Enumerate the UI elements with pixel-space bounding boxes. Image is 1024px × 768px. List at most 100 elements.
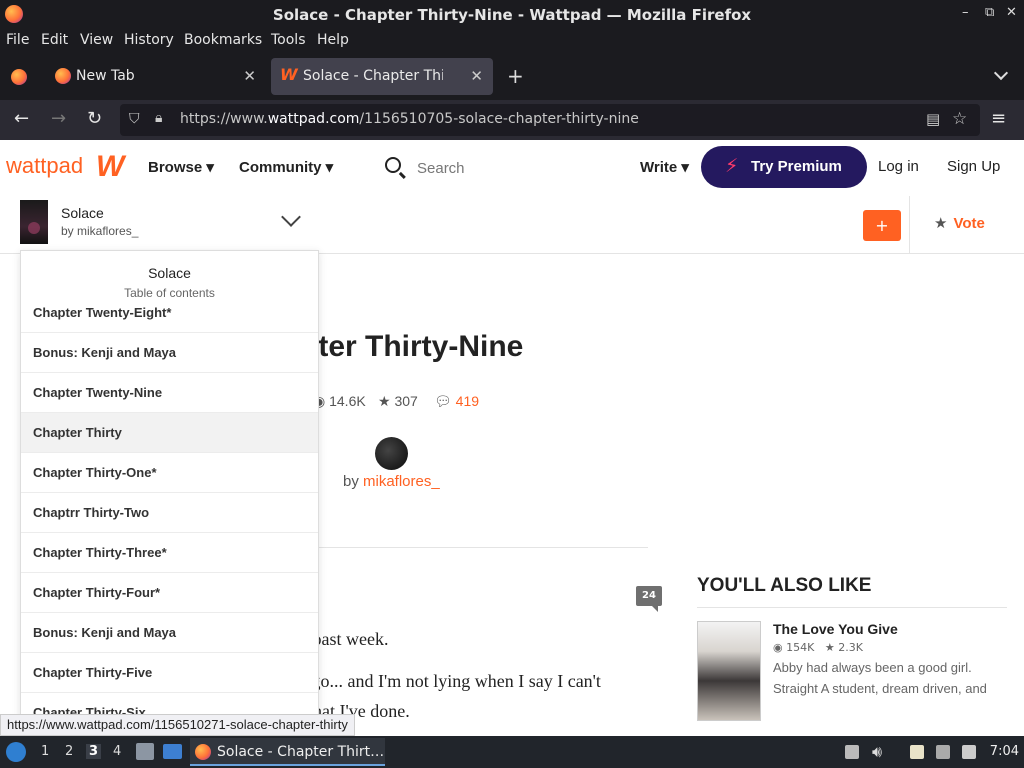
new-tab-button[interactable]: + — [507, 64, 524, 88]
url-bar[interactable]: ⛉ 🔒︎ https://www.wattpad.com/1156510705-… — [120, 104, 980, 136]
community-menu[interactable]: Community ▾ — [239, 158, 333, 176]
taskbar-window-firefox[interactable]: Solace - Chapter Thirt… — [190, 738, 385, 766]
firefox-icon — [195, 744, 211, 760]
star-icon: ★ — [934, 214, 948, 232]
toc-subtitle: Table of contents — [124, 286, 215, 300]
close-window-button[interactable]: ✕ — [1006, 5, 1017, 20]
workspace-4[interactable]: 4 — [113, 744, 121, 759]
toc-item[interactable]: Chapter Thirty-Four* — [21, 573, 318, 613]
reader-view-icon[interactable]: ▤ — [926, 110, 940, 128]
toc-item[interactable]: Bonus: Kenji and Maya — [21, 333, 318, 373]
list-all-tabs-icon[interactable] — [993, 65, 1009, 81]
menu-bookmarks[interactable]: Bookmarks — [184, 32, 262, 48]
write-menu[interactable]: Write ▾ — [640, 158, 689, 176]
toc-item[interactable]: Chapter Thirty-One* — [21, 453, 318, 493]
toc-item[interactable]: Chapter Thirty-Five — [21, 653, 318, 693]
chapter-text-line: s go... and I'm not lying when I say I c… — [300, 671, 601, 691]
start-menu-icon[interactable] — [6, 742, 26, 762]
tab-label: Solace - Chapter Thirty-N — [303, 68, 443, 84]
recommendation-description: Abby had always been a good girl. — [773, 660, 972, 675]
volume-icon[interactable]: 🔊︎ — [872, 742, 882, 762]
toc-item[interactable]: Bonus: Kenji and Maya — [21, 613, 318, 653]
clock: 7:04 — [989, 744, 1019, 759]
tab-close-icon[interactable]: ✕ — [243, 67, 256, 85]
workspace-2[interactable]: 2 — [65, 744, 73, 759]
toc-item[interactable]: Chaptrr Thirty-Two — [21, 493, 318, 533]
browse-menu[interactable]: Browse ▾ — [148, 158, 214, 176]
file-manager-icon[interactable] — [136, 743, 154, 760]
menu-view[interactable]: View — [80, 32, 113, 48]
try-premium-button[interactable]: ⚡ Try Premium — [701, 146, 867, 188]
story-bar: Solace by mikaflores_ + ★ Vote — [0, 196, 1024, 254]
window-titlebar: Solace - Chapter Thirty-Nine - Wattpad —… — [0, 0, 1024, 30]
search-input[interactable]: Search — [417, 160, 465, 177]
menu-file[interactable]: File — [6, 32, 29, 48]
wattpad-header: wattpad W Browse ▾ Community ▾ Search Wr… — [0, 140, 1024, 196]
menubar: File Edit View History Bookmarks Tools H… — [0, 30, 1024, 52]
vote-button[interactable]: ★ Vote — [934, 214, 985, 232]
reads-count: ◉ 14.6K — [313, 393, 366, 409]
network-icon[interactable] — [936, 745, 950, 759]
avatar[interactable] — [375, 437, 408, 470]
lock-icon[interactable]: 🔒︎ — [155, 110, 162, 126]
search-icon[interactable] — [385, 157, 401, 173]
url-text[interactable]: https://www.wattpad.com/1156510705-solac… — [180, 111, 639, 127]
forward-arrow-icon[interactable]: → — [51, 108, 66, 129]
chevron-down-icon[interactable] — [281, 207, 301, 227]
notification-icon[interactable] — [962, 745, 976, 759]
divider — [909, 196, 910, 253]
taskbar: 1 2 3 4 Solace - Chapter Thirt… 🔊︎ 7:04 — [0, 736, 1024, 768]
wattpad-w-logo-icon[interactable]: W — [96, 150, 124, 184]
toc-header: Solace Table of contents — [21, 251, 318, 307]
star-icon: ★ — [378, 393, 395, 409]
story-cover-thumbnail[interactable] — [20, 200, 48, 244]
lightning-icon: ⚡ — [725, 155, 739, 177]
tab-new-tab[interactable]: New Tab ✕ — [44, 58, 266, 95]
bookmark-star-icon[interactable]: ☆ — [952, 109, 967, 129]
recommendation-cover[interactable] — [697, 621, 761, 721]
firefox-view-icon[interactable] — [11, 69, 27, 85]
table-of-contents-dropdown: Chapter Twenty-Eight* Bonus: Kenji and M… — [20, 250, 319, 720]
add-to-library-button[interactable]: + — [863, 210, 901, 241]
login-link[interactable]: Log in — [878, 158, 919, 175]
toc-item[interactable]: Chapter Thirty-Three* — [21, 533, 318, 573]
firefox-favicon-icon — [55, 68, 71, 84]
recommendation-title[interactable]: The Love You Give — [773, 621, 898, 637]
window-title: Solace - Chapter Thirty-Nine - Wattpad —… — [272, 6, 752, 24]
toc-story-title: Solace — [148, 265, 191, 281]
minimize-button[interactable]: – — [962, 5, 969, 20]
tab-solace[interactable]: W Solace - Chapter Thirty-N ✕ — [271, 58, 493, 95]
wattpad-favicon-icon: W — [280, 65, 298, 84]
workspace-3[interactable]: 3 — [86, 744, 102, 759]
signup-link[interactable]: Sign Up — [947, 158, 1000, 175]
workspace-1[interactable]: 1 — [41, 744, 49, 759]
comments-count[interactable]: 💬︎ 419 — [434, 393, 479, 410]
desktop-icon[interactable] — [163, 744, 182, 759]
recommendation-description: Straight A student, dream driven, and — [773, 681, 987, 696]
shield-icon[interactable]: ⛉ — [129, 111, 140, 127]
divider — [697, 607, 1007, 608]
inline-comment-button[interactable]: 24 — [636, 586, 662, 612]
menu-history[interactable]: History — [124, 32, 174, 48]
tab-close-icon[interactable]: ✕ — [470, 67, 483, 85]
taskbar-window-label: Solace - Chapter Thirt… — [217, 744, 385, 760]
menu-help[interactable]: Help — [317, 32, 349, 48]
maximize-button[interactable]: ⧉ — [985, 5, 994, 20]
wattpad-logo[interactable]: wattpad — [6, 153, 83, 179]
eye-icon: ◉ — [773, 641, 783, 654]
author-link[interactable]: mikaflores_ — [363, 473, 440, 490]
divider — [300, 547, 648, 548]
chapter-byline: by mikaflores_ — [343, 473, 440, 490]
reload-icon[interactable]: ↻ — [87, 108, 102, 129]
menu-tools[interactable]: Tools — [271, 32, 306, 48]
hamburger-menu-icon[interactable]: ≡ — [991, 108, 1006, 129]
comment-icon: 💬︎ — [434, 393, 456, 409]
story-title[interactable]: Solace — [61, 205, 104, 221]
recommendations-heading: YOU'LL ALSO LIKE — [697, 575, 872, 596]
toc-item[interactable]: Chapter Twenty-Nine — [21, 373, 318, 413]
back-arrow-icon[interactable]: ← — [14, 108, 29, 129]
menu-edit[interactable]: Edit — [41, 32, 68, 48]
clipboard-icon[interactable] — [910, 745, 924, 759]
toc-item[interactable]: Chapter Thirty — [21, 413, 318, 453]
storage-icon[interactable] — [845, 745, 859, 759]
